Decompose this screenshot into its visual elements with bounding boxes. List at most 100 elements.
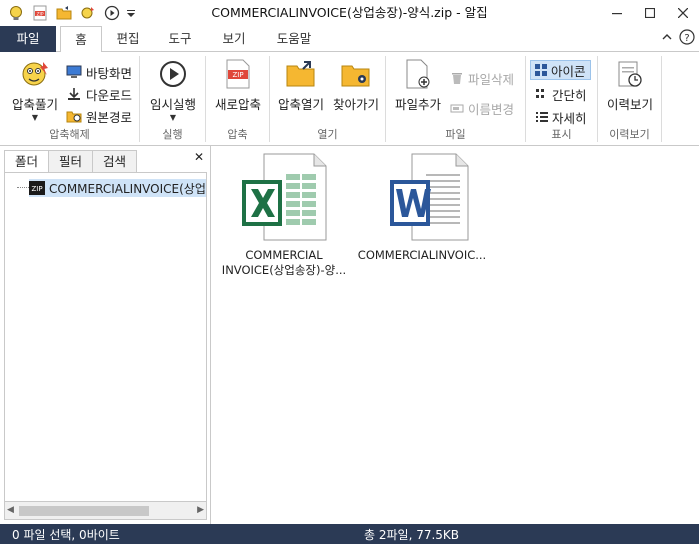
goto-button[interactable]: 찾아가기 [330, 58, 382, 113]
group-file: 파일추가 파일삭제 이름변경 파일 [386, 56, 526, 142]
original-path-icon [66, 111, 82, 123]
minimize-button[interactable] [600, 0, 633, 26]
dropdown-caret-icon: ▼ [169, 113, 177, 122]
file-item-word[interactable]: COMMERCIALINVOIC... [354, 152, 490, 263]
rename-icon [450, 104, 464, 113]
view-icon-button[interactable]: 아이콘 [530, 60, 591, 80]
new-zip-icon[interactable]: ZIP [30, 3, 50, 23]
unzip-wizard-icon[interactable] [78, 3, 98, 23]
ribbon-tab-bar: 파일 홈 편집 도구 보기 도움말 ? [0, 26, 699, 53]
group-open: 압축열기 찾아가기 열기 [270, 56, 386, 142]
ribbon-controls: ? [661, 29, 695, 48]
desktop-icon [66, 65, 82, 78]
open-zip-button[interactable]: 압축열기 [276, 58, 326, 113]
help-icon[interactable]: ? [679, 29, 695, 48]
title-bar: ZIP COMMERCIALINVOICE(상업송장)-양식.zip - 알집 [0, 0, 699, 26]
extract-download-button[interactable]: 다운로드 [66, 84, 132, 104]
zip-file-icon: ZIP [222, 58, 254, 90]
folder-location-icon [340, 58, 372, 90]
tree-item-root-archive[interactable]: ZIP COMMERCIALINVOICE(상업송 [29, 179, 206, 197]
extract-download-label: 다운로드 [86, 87, 133, 103]
new-zip-button[interactable]: ZIP 새로압축 [209, 58, 267, 113]
scroll-left-icon[interactable]: ◀ [7, 505, 14, 515]
folder-tree[interactable]: ZIP COMMERCIALINVOICE(상업송 [4, 172, 207, 502]
horizontal-scrollbar[interactable]: ◀ ▶ [4, 502, 207, 520]
group-label: 이력보기 [609, 128, 650, 141]
view-simple-button[interactable]: 간단히 [536, 84, 587, 104]
tab-help[interactable]: 도움말 [266, 26, 322, 52]
panel-close-icon[interactable]: ✕ [194, 150, 204, 164]
file-name-line1: COMMERCIAL [245, 248, 323, 262]
trash-icon [452, 73, 462, 84]
file-name: COMMERCIALINVOIC... [354, 248, 490, 263]
group-display: 아이콘 간단히 자세히 표시 [526, 56, 598, 142]
dropdown-caret-icon: ▼ [31, 113, 39, 122]
view-history-button[interactable]: 이력보기 [601, 58, 659, 113]
group-label: 실행 [162, 128, 183, 141]
panel-tabs: 폴더 필터 검색 [4, 150, 138, 173]
unzip-button[interactable]: 압축풀기 ▼ [6, 58, 64, 122]
group-extract: 압축풀기 ▼ 바탕화면 다운로드 원본경로 압축해제 [0, 56, 140, 142]
scrollbar-thumb[interactable] [19, 506, 149, 516]
extract-original-path-button[interactable]: 원본경로 [66, 106, 132, 126]
extract-original-label: 원본경로 [86, 109, 133, 125]
temp-run-button[interactable]: 임시실행 ▼ [144, 58, 202, 122]
panel-tab-search[interactable]: 검색 [92, 150, 138, 172]
customize-qat-icon[interactable] [126, 3, 136, 23]
svg-text:ZIP: ZIP [31, 185, 42, 193]
add-file-button[interactable]: 파일추가 [390, 58, 446, 113]
status-bar: 0 파일 선택, 0바이트 총 2파일, 77.5KB [0, 524, 699, 544]
group-label: 압축 [227, 128, 248, 141]
scroll-right-icon[interactable]: ▶ [197, 505, 204, 515]
delete-file-button[interactable]: 파일삭제 [450, 68, 514, 88]
file-list-view[interactable]: COMMERCIAL INVOICE(상업송장)-양... COMMERCIAL… [212, 146, 699, 524]
group-label: 압축해제 [49, 128, 90, 141]
rename-button[interactable]: 이름변경 [450, 98, 514, 118]
excel-file-icon [236, 152, 332, 242]
tab-edit[interactable]: 편집 [106, 26, 150, 52]
file-name-line1: COMMERCIALINVOIC... [357, 248, 487, 262]
close-button[interactable] [666, 0, 699, 26]
open-folder-icon [285, 58, 317, 90]
file-name: COMMERCIAL INVOICE(상업송장)-양... [216, 248, 352, 278]
group-label: 열기 [317, 128, 338, 141]
download-icon [68, 88, 80, 100]
open-folder-icon[interactable] [54, 3, 74, 23]
svg-text:?: ? [684, 33, 689, 44]
zip-archive-icon: ZIP [29, 181, 45, 195]
panel-tab-folder[interactable]: 폴더 [4, 150, 50, 173]
view-history-label: 이력보기 [606, 97, 653, 112]
maximize-button[interactable] [633, 0, 666, 26]
quick-access-toolbar: ZIP [0, 0, 136, 26]
view-detail-button[interactable]: 자세히 [536, 107, 587, 127]
tab-tools[interactable]: 도구 [158, 26, 202, 52]
file-item-excel[interactable]: COMMERCIAL INVOICE(상업송장)-양... [216, 152, 352, 278]
open-zip-label: 압축열기 [277, 97, 324, 112]
extract-desktop-button[interactable]: 바탕화면 [66, 62, 132, 82]
goto-label: 찾아가기 [332, 97, 379, 112]
group-run: 임시실행 ▼ 실행 [140, 56, 206, 142]
svg-text:ZIP: ZIP [232, 71, 243, 79]
temp-run-label: 임시실행 [149, 97, 196, 112]
collapse-ribbon-icon[interactable] [661, 31, 673, 46]
ribbon: 압축풀기 ▼ 바탕화면 다운로드 원본경로 압축해제 임시실행 ▼ 실행 ZIP… [0, 52, 699, 146]
app-logo-icon[interactable] [6, 3, 26, 23]
panel-tab-filter[interactable]: 필터 [48, 150, 94, 172]
file-name-line2: INVOICE(상업송장)-양... [221, 263, 347, 277]
unzip-label: 압축풀기 [11, 97, 58, 112]
new-zip-label: 새로압축 [214, 97, 261, 112]
word-file-icon [374, 152, 470, 242]
add-file-label: 파일추가 [394, 97, 441, 112]
delete-file-label: 파일삭제 [468, 71, 515, 87]
play-icon[interactable] [102, 3, 122, 23]
tab-file[interactable]: 파일 [0, 26, 56, 52]
add-file-icon [402, 58, 434, 90]
view-detail-label: 자세히 [552, 110, 587, 126]
tree-connector [17, 187, 29, 188]
tab-home[interactable]: 홈 [60, 26, 102, 53]
tab-view[interactable]: 보기 [212, 26, 256, 52]
detail-view-icon [536, 112, 548, 122]
view-simple-label: 간단히 [552, 87, 587, 103]
extract-desktop-label: 바탕화면 [86, 65, 133, 81]
status-total: 총 2파일, 77.5KB [364, 528, 460, 542]
